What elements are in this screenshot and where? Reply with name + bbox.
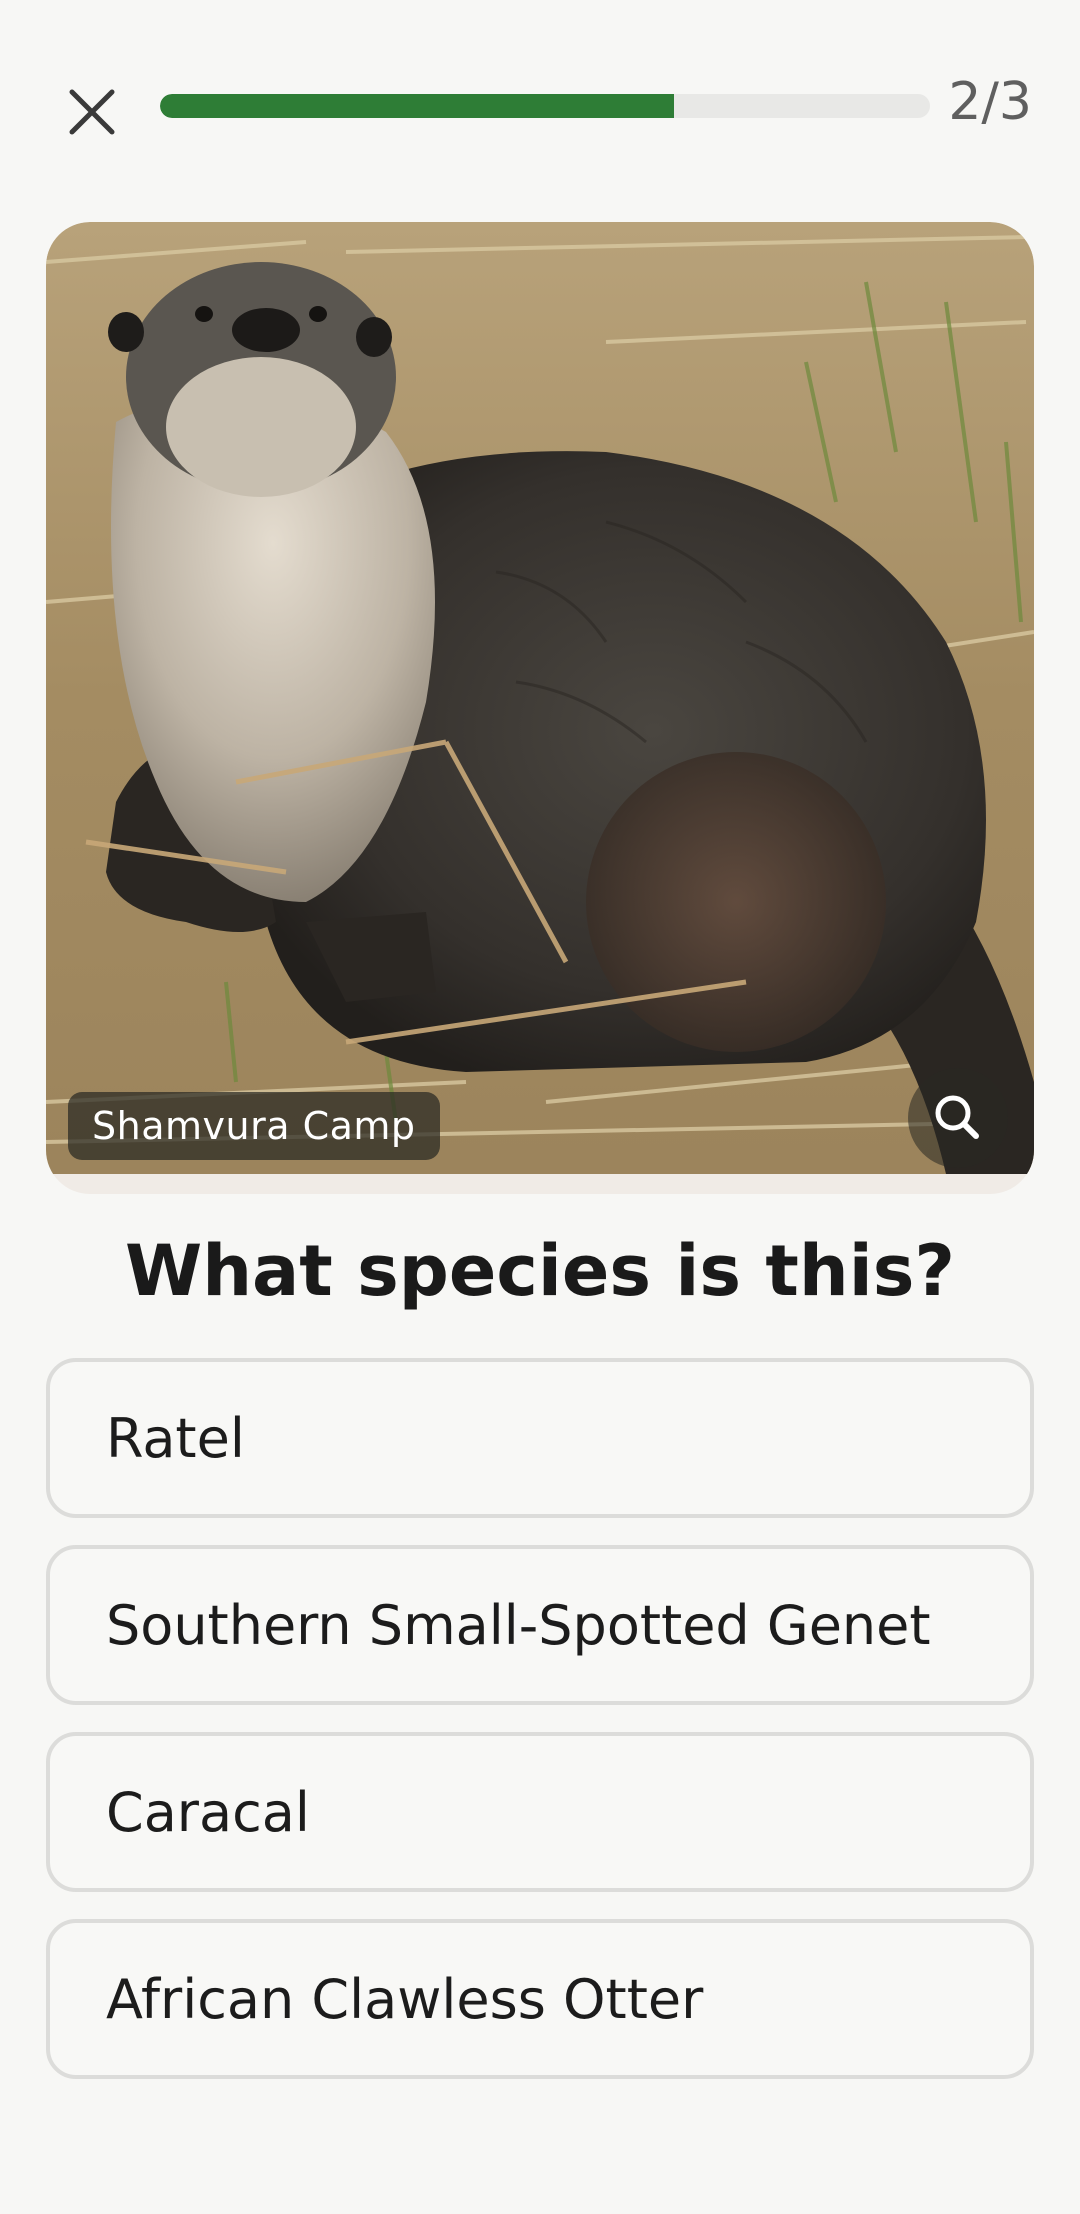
close-icon [69,89,115,135]
location-label: Shamvura Camp [68,1092,440,1160]
option-ratel[interactable]: Ratel [46,1358,1034,1518]
quiz-screen: 2/3 Shamvura Camp What species is this? … [0,0,1080,2214]
photo-card: Shamvura Camp [46,222,1034,1194]
zoom-icon [935,1095,979,1139]
progress-counter: 2/3 [948,72,1032,132]
option-southern-small-spotted-genet[interactable]: Southern Small-Spotted Genet [46,1545,1034,1705]
close-button[interactable] [62,82,122,142]
progress-bar-fill [160,94,674,118]
option-caracal[interactable]: Caracal [46,1732,1034,1892]
question-text: What species is this? [125,1230,955,1312]
zoom-button[interactable] [908,1068,1008,1168]
top-bar: 2/3 [0,60,1080,150]
otter-photo[interactable] [46,222,1034,1174]
answer-options: Ratel Southern Small-Spotted Genet Carac… [46,1358,1034,2106]
option-african-clawless-otter[interactable]: African Clawless Otter [46,1919,1034,2079]
progress-bar [160,94,930,118]
